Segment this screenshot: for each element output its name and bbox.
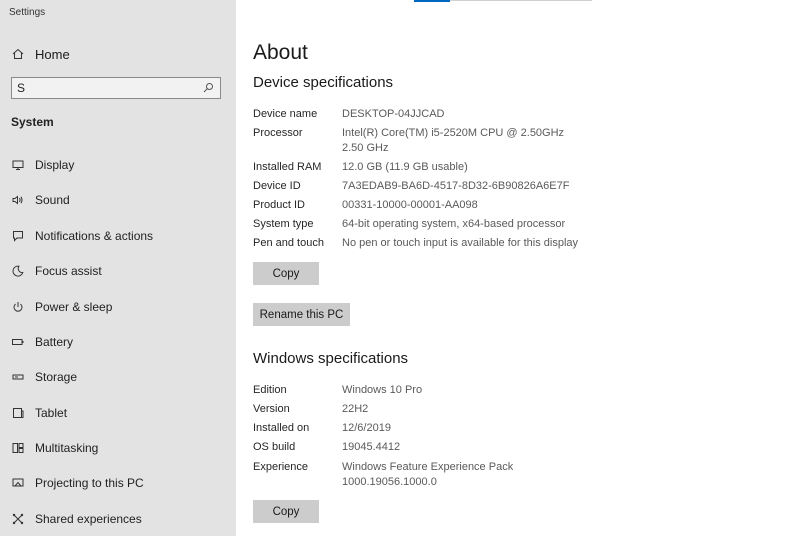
sidebar-item-label: Multitasking: [35, 441, 99, 455]
notifications-icon: [12, 230, 24, 242]
spec-row-processor: Processor Intel(R) Core(TM) i5-2520M CPU…: [253, 126, 564, 156]
spec-value: 19045.4412: [342, 441, 401, 453]
spec-value: No pen or touch input is available for t…: [342, 237, 579, 249]
spec-value: 7A3EDAB9-BA6D-4517-8D32-6B90826A6E7F: [342, 180, 570, 192]
scroll-track: [450, 0, 592, 1]
sidebar-item-label: Tablet: [35, 406, 68, 420]
sidebar-item-power-sleep[interactable]: Power & sleep: [12, 298, 112, 316]
spec-value: Intel(R) Core(TM) i5-2520M CPU @ 2.50GHz…: [342, 126, 564, 156]
home-icon: [12, 48, 24, 60]
sound-icon: [12, 194, 24, 206]
experience-pack-name: Windows Feature Experience Pack: [342, 461, 514, 473]
spec-row-system-type: System type 64-bit operating system, x64…: [253, 217, 565, 232]
sidebar-item-sound[interactable]: Sound: [12, 191, 70, 209]
tablet-icon: [12, 407, 24, 419]
spec-row-device-name: Device name DESKTOP-04JJCAD: [253, 107, 445, 122]
rename-pc-button[interactable]: Rename this PC: [253, 303, 350, 326]
spec-key: Device ID: [253, 180, 301, 192]
home-nav-item[interactable]: Home: [12, 45, 70, 63]
sidebar-item-display[interactable]: Display: [12, 156, 74, 174]
spec-key: Processor: [253, 127, 303, 139]
sidebar-item-label: Focus assist: [35, 264, 102, 278]
spec-value: Windows Feature Experience Pack 1000.190…: [342, 460, 513, 490]
spec-key: Product ID: [253, 199, 305, 211]
projecting-icon: [12, 477, 24, 489]
display-icon: [12, 159, 24, 171]
shared-experiences-icon: [12, 513, 24, 525]
spec-row-product-id: Product ID 00331-10000-00001-AA098: [253, 198, 478, 213]
windows-specs-heading: Windows specifications: [253, 350, 409, 367]
sidebar-item-label: Storage: [35, 370, 78, 384]
sidebar-item-label: Display: [35, 158, 75, 172]
battery-icon: [12, 336, 24, 348]
section-label-system: System: [11, 115, 54, 129]
main-content: About Device specifications Device name …: [236, 0, 800, 536]
sidebar-item-label: Notifications & actions: [35, 229, 154, 243]
search-icon[interactable]: [203, 82, 215, 94]
spec-value: 22H2: [342, 403, 369, 415]
sidebar-item-label: Battery: [35, 335, 74, 349]
spec-row-version: Version 22H2: [253, 402, 368, 417]
spec-key: System type: [253, 218, 314, 230]
spec-key: Pen and touch: [253, 237, 324, 249]
home-label: Home: [35, 46, 70, 62]
sidebar: Settings Home System Display Sound Notif…: [0, 0, 236, 536]
window-title: Settings: [9, 7, 46, 18]
sidebar-item-label: Shared experiences: [35, 512, 142, 526]
spec-key: Device name: [253, 108, 318, 120]
storage-icon: [12, 371, 24, 383]
spec-key: Installed RAM: [253, 161, 322, 173]
multitasking-icon: [12, 442, 24, 454]
spec-value: 64-bit operating system, x64-based proce…: [342, 218, 566, 230]
copy-device-specs-button[interactable]: Copy: [253, 262, 319, 285]
spec-value: 12/6/2019: [342, 422, 391, 434]
search-input[interactable]: [17, 81, 203, 95]
spec-row-installed-on: Installed on 12/6/2019: [253, 421, 391, 436]
sidebar-item-label: Sound: [35, 193, 70, 207]
power-icon: [12, 301, 24, 313]
spec-value: DESKTOP-04JJCAD: [342, 108, 445, 120]
processor-name: Intel(R) Core(TM) i5-2520M CPU @ 2.50GHz: [342, 127, 565, 139]
spec-row-os-build: OS build 19045.4412: [253, 440, 400, 455]
spec-row-device-id: Device ID 7A3EDAB9-BA6D-4517-8D32-6B9082…: [253, 179, 569, 194]
spec-row-installed-ram: Installed RAM 12.0 GB (11.9 GB usable): [253, 160, 468, 175]
sidebar-item-multitasking[interactable]: Multitasking: [12, 439, 98, 457]
spec-value: 12.0 GB (11.9 GB usable): [342, 161, 468, 173]
spec-value: 00331-10000-00001-AA098: [342, 199, 478, 211]
spec-key: Version: [253, 403, 290, 415]
spec-value: Windows 10 Pro: [342, 384, 423, 396]
sidebar-item-shared-experiences[interactable]: Shared experiences: [12, 510, 142, 528]
spec-key: Experience: [253, 461, 309, 473]
copy-windows-specs-button[interactable]: Copy: [253, 500, 319, 523]
sidebar-item-battery[interactable]: Battery: [12, 333, 73, 351]
spec-key: Edition: [253, 384, 287, 396]
sidebar-item-projecting[interactable]: Projecting to this PC: [12, 474, 144, 492]
focus-assist-icon: [12, 265, 24, 277]
sidebar-item-focus-assist[interactable]: Focus assist: [12, 262, 102, 280]
spec-row-edition: Edition Windows 10 Pro: [253, 383, 422, 398]
scroll-accent: [414, 0, 450, 2]
spec-key: Installed on: [253, 422, 310, 434]
spec-row-pen-touch: Pen and touch No pen or touch input is a…: [253, 236, 578, 251]
sidebar-item-storage[interactable]: Storage: [12, 368, 77, 386]
device-specs-heading: Device specifications: [253, 74, 394, 91]
sidebar-item-label: Power & sleep: [35, 300, 113, 314]
spec-key: OS build: [253, 441, 296, 453]
experience-pack-version: 1000.19056.1000.0: [342, 476, 437, 488]
spec-row-experience: Experience Windows Feature Experience Pa…: [253, 460, 513, 490]
page-title: About: [253, 41, 308, 64]
search-box[interactable]: [11, 77, 221, 99]
sidebar-item-tablet[interactable]: Tablet: [12, 404, 67, 422]
sidebar-item-label: Projecting to this PC: [35, 476, 144, 490]
sidebar-item-notifications[interactable]: Notifications & actions: [12, 227, 153, 245]
processor-speed: 2.50 GHz: [342, 142, 389, 154]
